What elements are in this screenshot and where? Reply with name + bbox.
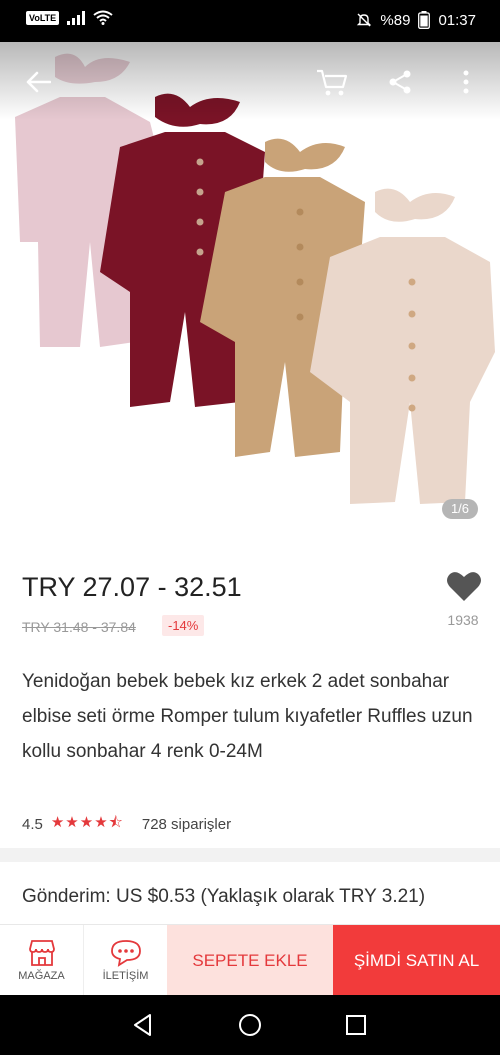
store-label: MAĞAZA <box>18 970 65 982</box>
order-count: 728 siparişler <box>141 816 232 833</box>
clock: 01:37 <box>438 11 476 29</box>
original-price: TRY 31.48 - 37.84 <box>22 619 136 635</box>
share-icon <box>389 70 411 94</box>
nav-recents-icon[interactable] <box>341 1010 371 1040</box>
rating-value: 4.5 <box>22 816 43 833</box>
more-vertical-icon <box>463 70 469 94</box>
battery-percent: %89 <box>380 11 411 29</box>
star-rating-icon: ★★★★⯪ <box>50 814 124 831</box>
contact-button[interactable]: İLETİŞİM <box>84 925 167 996</box>
cart-button[interactable] <box>314 64 350 100</box>
back-arrow-icon <box>26 71 51 93</box>
rating-row[interactable]: 4.5 ★★★★⯪ 728 siparişler <box>22 812 231 837</box>
contact-label: İLETİŞİM <box>102 970 149 982</box>
store-button[interactable]: MAĞAZA <box>0 925 84 996</box>
status-bar: VoLTE %89 01:37 <box>0 0 500 42</box>
cart-icon <box>317 69 348 96</box>
signal-icon <box>67 10 86 25</box>
product-title: Yenidoğan bebek bebek kız erkek 2 adet s… <box>22 671 473 762</box>
section-divider <box>0 848 500 862</box>
shipping-info[interactable]: Gönderim: US $0.53 (Yaklaşık olarak TRY … <box>22 884 482 910</box>
system-navigation-bar <box>0 995 500 1055</box>
share-button[interactable] <box>382 64 418 100</box>
battery-icon <box>418 11 431 29</box>
nav-home-icon[interactable] <box>235 1010 265 1040</box>
wishlist-heart-icon[interactable] <box>446 570 482 602</box>
mute-bell-icon <box>357 13 372 27</box>
back-button[interactable] <box>20 64 56 100</box>
nav-back-icon[interactable] <box>128 1010 158 1040</box>
add-to-cart-button[interactable]: SEPETE EKLE <box>167 925 333 996</box>
volte-badge: VoLTE <box>26 10 60 25</box>
image-counter: 1/6 <box>442 499 478 519</box>
price-range: TRY 27.07 - 32.51 <box>22 572 242 602</box>
bottom-action-bar: MAĞAZA İLETİŞİM SEPETE EKLE ŞİMDİ SATIN … <box>0 924 500 996</box>
store-icon <box>28 940 55 966</box>
wifi-icon <box>93 10 113 25</box>
more-options-button[interactable] <box>448 64 484 100</box>
chat-icon <box>110 940 141 967</box>
wishlist-count: 1938 <box>447 612 479 628</box>
discount-badge: -14% <box>162 615 205 636</box>
buy-now-button[interactable]: ŞİMDİ SATIN AL <box>333 925 500 996</box>
image-toolbar <box>0 42 500 120</box>
